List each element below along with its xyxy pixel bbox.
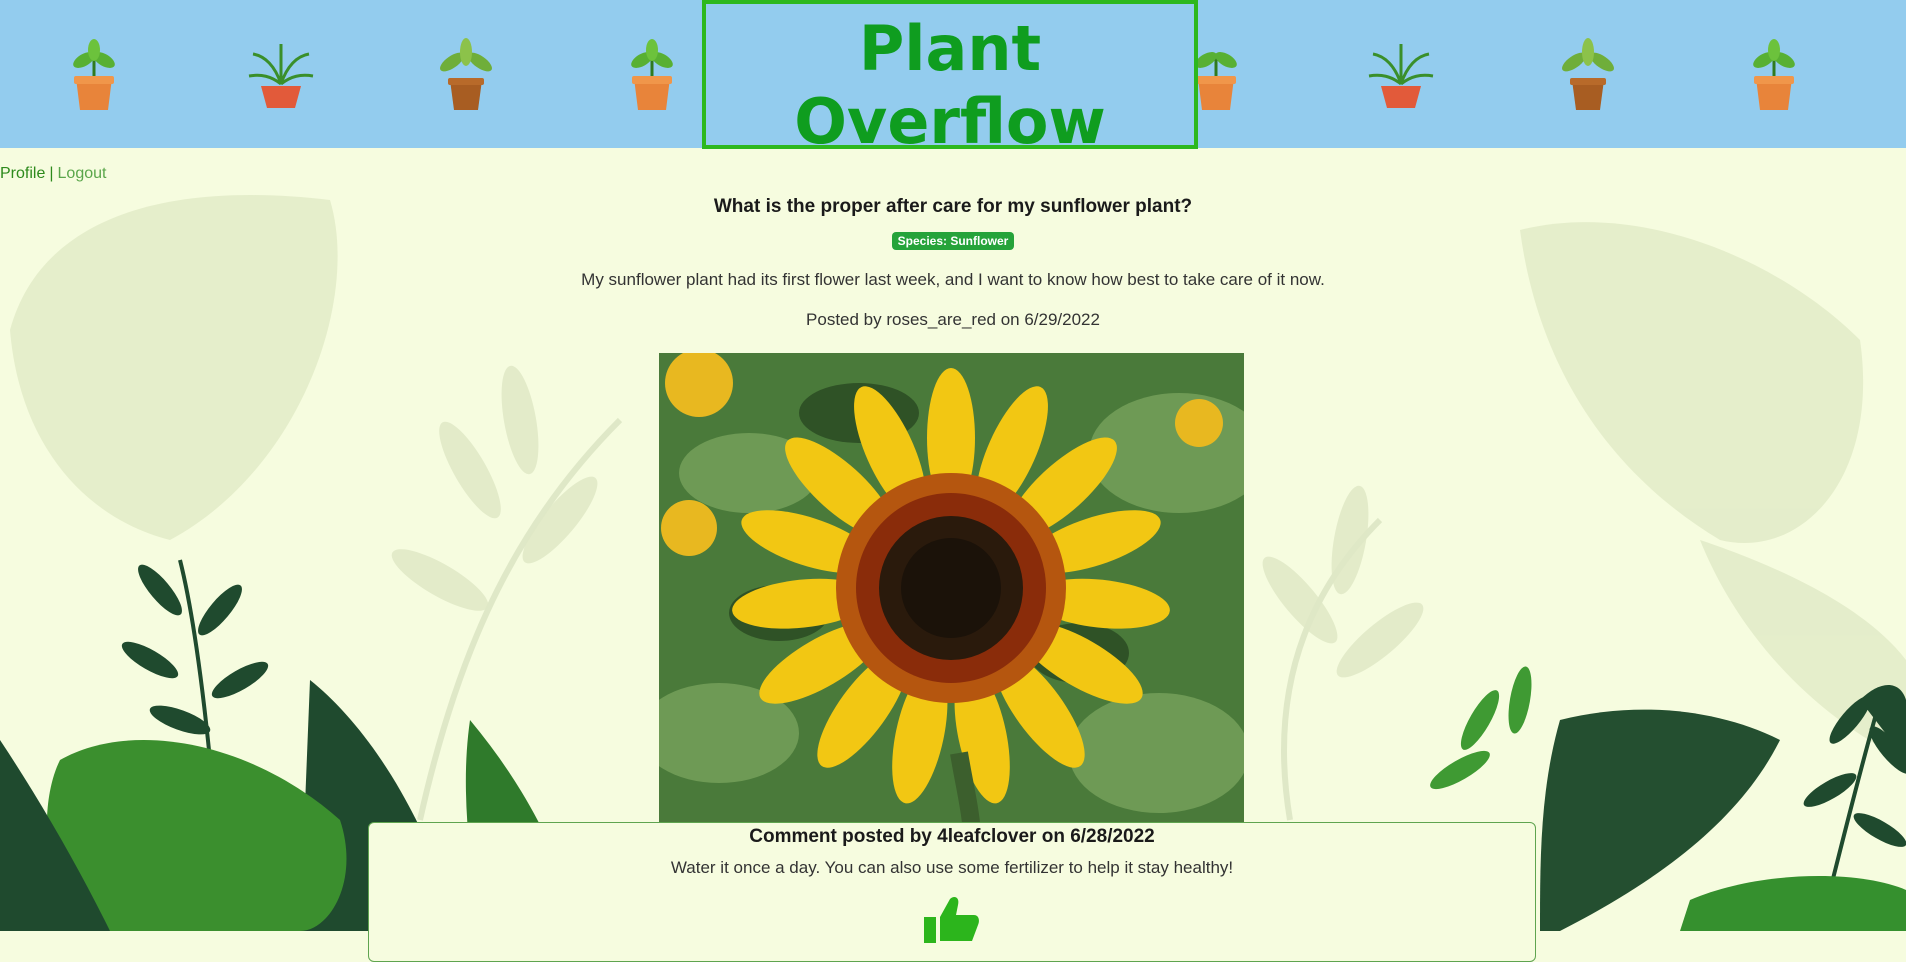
potted-plant-icon (631, 39, 673, 110)
nav-separator: | (49, 165, 54, 182)
fern-plant-icon (248, 44, 314, 108)
user-nav: Profile | Logout (0, 165, 106, 183)
logout-link[interactable]: Logout (58, 165, 107, 182)
site-title[interactable]: Plant Overflow (706, 12, 1194, 158)
comment-card: Comment posted by 4leafclover on 6/28/20… (368, 822, 1536, 962)
potted-plant-icon (73, 39, 115, 110)
thumbs-up-icon[interactable] (924, 895, 980, 943)
post-title: What is the proper after care for my sun… (713, 196, 1193, 217)
site-header: Plant Overflow (0, 0, 1906, 158)
potted-plant-icon (1753, 39, 1795, 110)
comment-header: Comment posted by 4leafclover on 6/28/20… (749, 826, 1155, 847)
fern-plant-icon (1368, 44, 1434, 108)
question-post: What is the proper after care for my sun… (0, 196, 1906, 330)
site-title-box[interactable]: Plant Overflow (702, 0, 1198, 158)
post-meta: Posted by roses_are_red on 6/29/2022 (806, 310, 1100, 329)
post-body: My sunflower plant had its first flower … (581, 270, 1325, 289)
species-badge: Species: Sunflower (891, 232, 1015, 250)
profile-link[interactable]: Profile (0, 165, 45, 182)
post-photo (659, 353, 1244, 823)
potted-plant-icon (1562, 38, 1614, 110)
comment-body: Water it once a day. You can also use so… (670, 858, 1234, 877)
potted-plant-icon (440, 38, 492, 110)
sunflower-image (659, 353, 1244, 823)
